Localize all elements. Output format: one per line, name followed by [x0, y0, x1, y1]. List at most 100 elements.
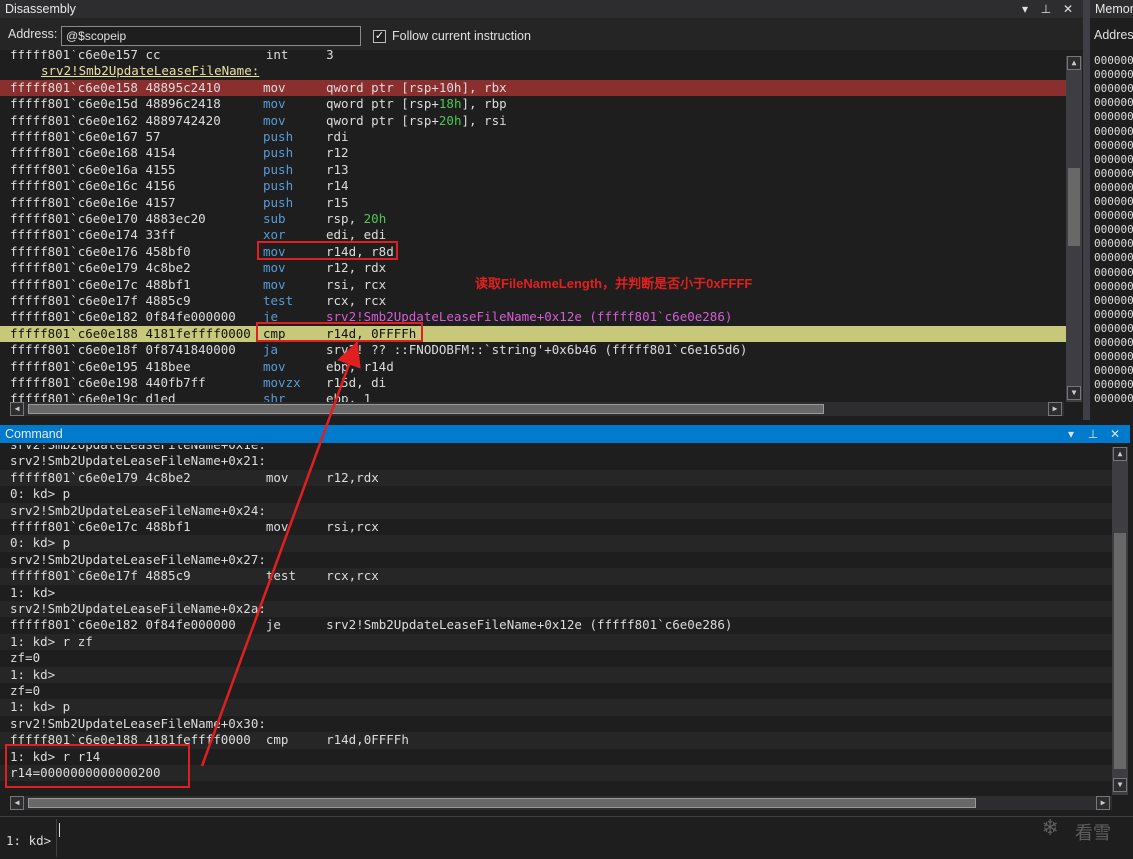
memory-row[interactable]: 0000000 [1094, 153, 1133, 167]
command-output-line: 0: kd> p [10, 486, 71, 502]
disasm-row[interactable]: fffff801`c6e0e18f 0f8741840000 ja srv2! ??… [0, 342, 1066, 358]
memory-row[interactable]: 0000000 [1094, 350, 1133, 364]
scroll-left-icon[interactable]: ◀ [10, 402, 24, 416]
memory-row[interactable]: 0000000 [1094, 96, 1133, 110]
disasm-operands: qword ptr [rsp+20h], rsi [326, 112, 507, 128]
highlight-box-cmp [256, 322, 423, 342]
disasm-mnemonic: movzx [263, 375, 301, 390]
hscroll-thumb[interactable] [28, 404, 824, 414]
disasm-address: fffff801`c6e0e157 cc int 3 [10, 50, 334, 62]
command-line-band [0, 633, 1112, 651]
command-partial-line: srv2!Smb2UpdateLeaseFileName+0x1e: [10, 445, 266, 453]
scroll-down-icon[interactable]: ▼ [1113, 778, 1127, 792]
memory-row[interactable]: 0000000 [1094, 125, 1133, 139]
disasm-row[interactable]: fffff801`c6e0e170 4883ec20 sub rsp, 20h [0, 211, 1066, 227]
scroll-left-icon[interactable]: ◀ [10, 796, 24, 810]
command-output-line: fffff801`c6e0e17c 488bf1 mov rsi,rcx [10, 519, 379, 534]
memory-row[interactable]: 0000000 [1094, 266, 1133, 280]
disasm-address: fffff801`c6e0e18f 0f8741840000 [10, 342, 236, 358]
memory-row[interactable]: 0000000 [1094, 181, 1133, 195]
command-vscrollbar[interactable]: ▲ ▼ [1112, 447, 1128, 795]
command-hscrollbar[interactable]: ◀ ▶ [10, 796, 1112, 810]
disasm-row[interactable]: fffff801`c6e0e19c d1ed shr ebp, 1 [0, 391, 1066, 402]
memory-row[interactable]: 0000000 [1094, 392, 1133, 406]
disasm-row[interactable]: fffff801`c6e0e188 4181feffff0000 cmp r14d,… [0, 325, 1066, 343]
scroll-right-icon[interactable]: ▶ [1048, 402, 1062, 416]
disasm-row[interactable]: fffff801`c6e0e162 4889742420 mov qword ptr… [0, 113, 1066, 129]
disasm-mnemonic: push [263, 145, 294, 161]
disasm-row[interactable]: fffff801`c6e0e174 33ff xor edi, edi [0, 227, 1066, 243]
command-output-line: srv2!Smb2UpdateLeaseFileName+0x30: [10, 715, 266, 731]
disasm-row[interactable]: fffff801`c6e0e15d 48896c2418 mov qword ptr… [0, 96, 1066, 112]
memory-row[interactable]: 0000000 [1094, 68, 1133, 82]
memory-row[interactable]: 0000000 [1094, 336, 1133, 350]
pane-splitter[interactable] [1083, 0, 1090, 420]
disasm-row[interactable]: fffff801`c6e0e16e 4157 push r15 [0, 195, 1066, 211]
scroll-up-icon[interactable]: ▲ [1067, 56, 1081, 70]
disassembly-view[interactable]: fffff801`c6e0e157 cc int 3 srv2!Smb2Updat… [0, 50, 1066, 402]
command-output-line: 1: kd> p [10, 699, 71, 715]
pin-icon[interactable]: ⊥ [1084, 425, 1102, 443]
address-input[interactable] [61, 26, 361, 46]
disasm-address: fffff801`c6e0e16e 4157 [10, 194, 176, 210]
memory-row[interactable]: 0000000 [1094, 54, 1133, 68]
scroll-thumb[interactable] [1114, 533, 1126, 769]
disasm-row[interactable]: fffff801`c6e0e176 458bf0 mov r14d, r8d [0, 244, 1066, 260]
disasm-row[interactable]: fffff801`c6e0e167 57 push rdi [0, 129, 1066, 145]
command-output[interactable]: srv2!Smb2UpdateLeaseFileName+0x1e: srv2!S… [0, 445, 1112, 793]
memory-row[interactable]: 0000000 [1094, 251, 1133, 265]
dropdown-arrow-icon[interactable]: ▾ [1062, 425, 1080, 443]
dropdown-arrow-icon[interactable]: ▾ [1016, 0, 1034, 18]
command-titlebar: Command ▾ ⊥ ✕ [0, 425, 1130, 443]
memory-row[interactable]: 0000000 [1094, 378, 1133, 392]
memory-row[interactable]: 0000000 [1094, 195, 1133, 209]
memory-row[interactable]: 0000000 [1094, 322, 1133, 336]
disasm-mnemonic: push [263, 129, 294, 144]
scroll-right-icon[interactable]: ▶ [1096, 796, 1110, 810]
disasm-row[interactable]: fffff801`c6e0e158 48895c2410 mov qword ptr… [0, 79, 1066, 97]
memory-row[interactable]: 0000000 [1094, 209, 1133, 223]
memory-row[interactable]: 0000000 [1094, 364, 1133, 378]
memory-row[interactable]: 0000000 [1094, 139, 1133, 153]
memory-row[interactable]: 0000000 [1094, 167, 1133, 181]
scroll-thumb[interactable] [1068, 168, 1080, 246]
follow-checkbox[interactable]: ✓ [373, 30, 386, 43]
disasm-row[interactable]: fffff801`c6e0e198 440fb7ff movzx r15d, di [0, 375, 1066, 391]
scroll-down-icon[interactable]: ▼ [1067, 386, 1081, 400]
disasm-row[interactable]: fffff801`c6e0e195 418bee mov ebp, r14d [0, 359, 1066, 375]
disassembly-title: Disassembly [5, 2, 76, 16]
command-line-band [0, 535, 1112, 552]
close-icon[interactable]: ✕ [1059, 0, 1077, 18]
scroll-up-icon[interactable]: ▲ [1113, 447, 1127, 461]
disasm-operands: r15d, di [326, 375, 387, 390]
memory-view[interactable]: 000000 000000 000000 000000 000000 000000 0000… [1090, 50, 1133, 420]
disasm-row[interactable]: fffff801`c6e0e16a 4155 push r13 [0, 162, 1066, 178]
disasm-row[interactable]: fffff801`c6e0e168 4154 push r12 [0, 145, 1066, 161]
memory-row[interactable]: 0000000 [1094, 280, 1133, 294]
memory-row[interactable]: 0000000 [1094, 308, 1133, 322]
memory-row[interactable]: 0000000 [1094, 294, 1133, 308]
command-output-line: 1: kd> r zf [10, 633, 93, 649]
snowflake-icon: ❄ [1043, 813, 1058, 841]
pin-icon[interactable]: ⊥ [1037, 0, 1055, 18]
disasm-operands: qword ptr [rsp+18h], rbp [326, 96, 507, 112]
disassembly-hscrollbar[interactable]: ◀ ▶ [10, 402, 1064, 416]
disasm-address: fffff801`c6e0e174 33ff [10, 227, 176, 243]
memory-row[interactable]: 0000000 [1094, 82, 1133, 96]
command-output-line: srv2!Smb2UpdateLeaseFileName+0x27: [10, 551, 266, 567]
disasm-row[interactable]: fffff801`c6e0e182 0f84fe000000 je srv2!Smb… [0, 309, 1066, 325]
disasm-operands: r15 [326, 194, 349, 210]
disassembly-vscrollbar[interactable]: ▲ ▼ [1066, 56, 1082, 402]
disasm-row[interactable]: fffff801`c6e0e16c 4156 push r14 [0, 178, 1066, 194]
follow-label: Follow current instruction [392, 29, 531, 43]
command-input[interactable] [56, 819, 1133, 857]
disasm-row[interactable]: fffff801`c6e0e17f 4885c9 test rcx, rcx [0, 293, 1066, 309]
close-icon[interactable]: ✕ [1106, 425, 1124, 443]
hscroll-thumb[interactable] [28, 798, 976, 808]
disasm-operands: rcx, rcx [326, 293, 387, 308]
disasm-operands: rsi, rcx [326, 276, 387, 292]
memory-row[interactable]: 0000000 [1094, 110, 1133, 124]
memory-row[interactable]: 0000000 [1094, 223, 1133, 237]
memory-row[interactable]: 0000000 [1094, 237, 1133, 251]
disasm-operands: rsp, 20h [326, 211, 387, 226]
